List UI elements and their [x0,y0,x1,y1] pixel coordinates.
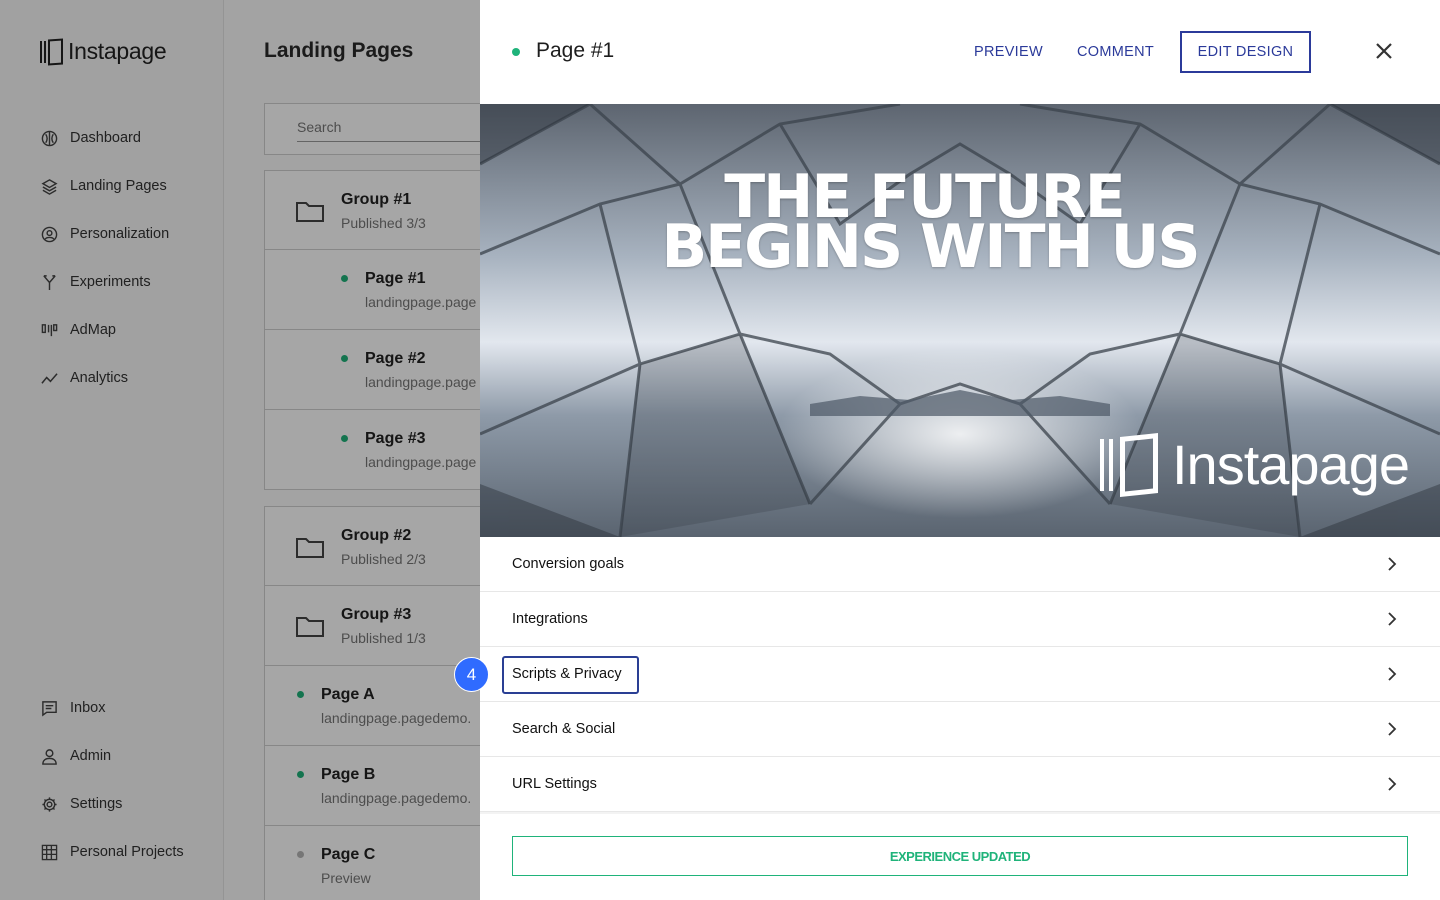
close-icon[interactable] [1374,41,1394,61]
chevron-right-icon [1388,777,1397,791]
chevron-right-icon [1388,557,1397,571]
settings-row-conversion-goals[interactable]: Conversion goals [480,537,1440,592]
drawer-title: Page #1 [536,39,615,62]
settings-row-label: Scripts & Privacy [512,666,622,682]
page-settings-list: Conversion goals Integrations Scripts & … [480,537,1440,812]
settings-row-label: Conversion goals [512,556,625,572]
instapage-mark-icon [1100,431,1166,497]
chevron-right-icon [1388,612,1397,626]
settings-row-label: URL Settings [512,776,597,792]
chevron-right-icon [1388,667,1397,681]
settings-row-integrations[interactable]: Integrations [480,592,1440,647]
settings-row-label: Search & Social [512,721,616,737]
hero-brand-logo: Instapage [1100,431,1410,497]
published-status-dot [512,48,520,56]
settings-row-scripts-privacy[interactable]: Scripts & Privacy [480,647,1440,702]
step-number-badge: 4 [454,657,489,692]
drawer-header: Page #1 PREVIEW COMMENT EDIT DESIGN [480,0,1440,104]
settings-row-url-settings[interactable]: URL Settings [480,757,1440,812]
experience-updated-banner: EXPERIENCE UPDATED [512,836,1408,876]
chevron-right-icon [1388,722,1397,736]
hero-brand-wordmark: Instapage [1172,432,1410,496]
page-preview-image: THE FUTURE BEGINS WITH US Instapage [480,104,1440,537]
hero-headline-line2: BEGINS WITH US [661,212,1200,282]
settings-row-search-social[interactable]: Search & Social [480,702,1440,757]
edit-design-button[interactable]: EDIT DESIGN [1180,31,1311,73]
update-status-text: EXPERIENCE UPDATED [889,849,1031,864]
settings-row-label: Integrations [512,611,588,627]
comment-button[interactable]: COMMENT [1077,44,1154,60]
preview-button[interactable]: PREVIEW [974,44,1043,60]
page-details-drawer: Page #1 PREVIEW COMMENT EDIT DESIGN THE … [480,0,1440,900]
